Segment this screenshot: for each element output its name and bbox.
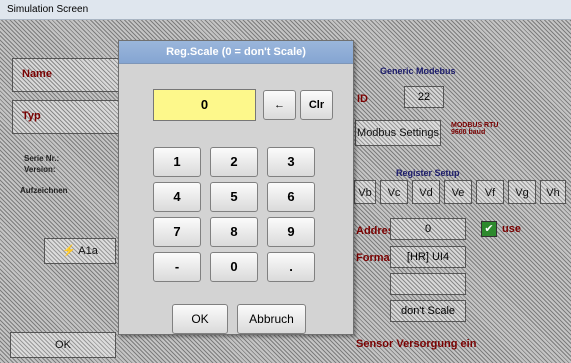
channel-button: ⚡ A1a bbox=[44, 238, 116, 264]
tab-vf: Vf bbox=[476, 180, 504, 204]
scale-field: don't Scale bbox=[390, 300, 466, 322]
key-3[interactable]: 3 bbox=[267, 147, 315, 177]
empty-field bbox=[390, 273, 466, 295]
ok-button[interactable]: OK bbox=[172, 304, 228, 334]
tab-vh: Vh bbox=[540, 180, 566, 204]
key-4[interactable]: 4 bbox=[153, 182, 201, 212]
address-field: 0 bbox=[390, 218, 466, 240]
format-field: [HR] UI4 bbox=[390, 246, 466, 268]
name-label: Name bbox=[22, 68, 52, 80]
tab-vd: Vd bbox=[412, 180, 440, 204]
sensor-supply-label: Sensor Versorgung ein bbox=[356, 338, 477, 350]
modbus-info-text: MODBUS RTU 9600 baud bbox=[451, 122, 499, 136]
key-5[interactable]: 5 bbox=[210, 182, 258, 212]
modbus-settings-button: Modbus Settings bbox=[355, 120, 441, 146]
tab-vg: Vg bbox=[508, 180, 536, 204]
key-minus[interactable]: - bbox=[153, 252, 201, 282]
value-display[interactable]: 0 bbox=[153, 89, 256, 121]
tab-vc: Vc bbox=[380, 180, 408, 204]
key-0[interactable]: 0 bbox=[210, 252, 258, 282]
serial-label: Serie Nr.: bbox=[24, 154, 60, 163]
key-8[interactable]: 8 bbox=[210, 217, 258, 247]
cancel-button[interactable]: Abbruch bbox=[237, 304, 306, 334]
background-ok-button: OK bbox=[10, 332, 116, 358]
dialog-title: Reg.Scale (0 = don't Scale) bbox=[119, 41, 353, 64]
version-label: Version: bbox=[24, 165, 56, 174]
key-decimal[interactable]: . bbox=[267, 252, 315, 282]
key-6[interactable]: 6 bbox=[267, 182, 315, 212]
key-7[interactable]: 7 bbox=[153, 217, 201, 247]
numeric-keypad-dialog: Reg.Scale (0 = don't Scale) 0 ← Clr 1 2 … bbox=[118, 40, 354, 335]
record-label: Aufzeichnen bbox=[20, 186, 68, 195]
clear-button[interactable]: Clr bbox=[300, 90, 333, 120]
use-label: use bbox=[502, 223, 521, 235]
register-setup-title: Register Setup bbox=[396, 168, 460, 178]
id-field: 22 bbox=[404, 86, 444, 108]
format-label: Format bbox=[356, 252, 394, 264]
window-title: Simulation Screen bbox=[7, 4, 89, 15]
backspace-button[interactable]: ← bbox=[263, 90, 296, 120]
generic-title: Generic Modebus bbox=[380, 66, 456, 76]
key-2[interactable]: 2 bbox=[210, 147, 258, 177]
tab-ve: Ve bbox=[444, 180, 472, 204]
key-1[interactable]: 1 bbox=[153, 147, 201, 177]
type-label: Typ bbox=[22, 110, 41, 122]
id-label: ID bbox=[357, 93, 368, 105]
window-titlebar: Simulation Screen bbox=[0, 0, 571, 20]
tab-vb: Vb bbox=[354, 180, 376, 204]
use-checkbox: ✔ bbox=[481, 221, 497, 237]
key-9[interactable]: 9 bbox=[267, 217, 315, 247]
channel-icon: ⚡ bbox=[62, 245, 79, 257]
